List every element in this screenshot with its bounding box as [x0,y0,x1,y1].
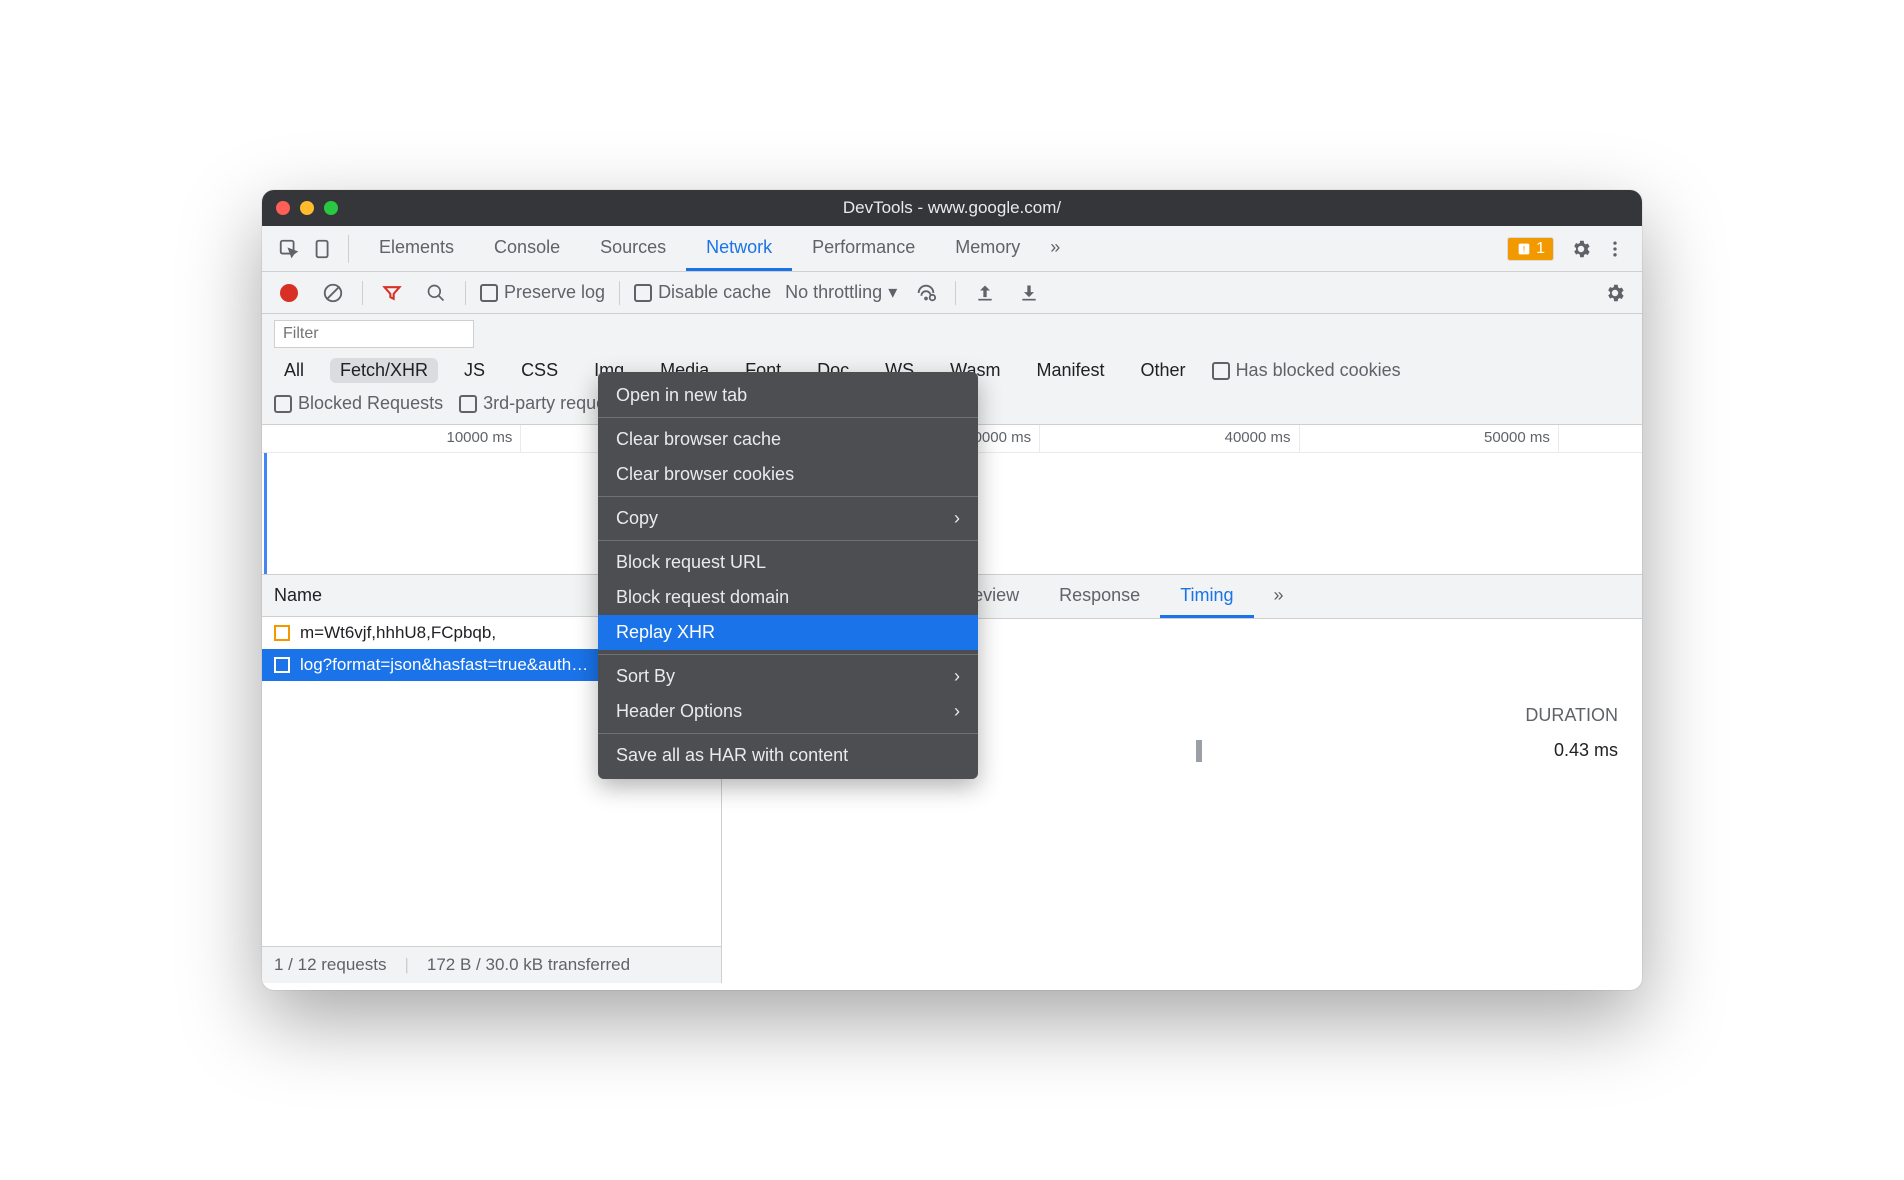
more-icon[interactable] [1600,234,1630,264]
menu-item[interactable]: Block request URL [598,545,978,580]
menu-item[interactable]: Sort By› [598,659,978,694]
chevron-right-icon: › [954,666,960,687]
queueing-bar [1196,740,1202,762]
filter-type-manifest[interactable]: Manifest [1027,358,1115,383]
tab-memory[interactable]: Memory [935,226,1040,271]
detail-tab-overflow[interactable]: » [1254,575,1304,618]
panel-tabs: Elements Console Sources Network Perform… [359,226,1070,271]
timeline-tick: 50000 ms [1300,425,1559,452]
menu-divider [598,496,978,497]
request-count: 1 / 12 requests [274,955,386,975]
disable-cache-checkbox[interactable]: Disable cache [634,282,771,303]
transferred-size: 172 B / 30.0 kB transferred [427,955,630,975]
chevron-down-icon: ▾ [888,282,897,303]
search-icon[interactable] [421,278,451,308]
clear-icon[interactable] [318,278,348,308]
menu-item[interactable]: Block request domain [598,580,978,615]
detail-tab-response[interactable]: Response [1039,575,1160,618]
has-blocked-cookies-checkbox[interactable]: Has blocked cookies [1212,360,1401,381]
timeline-tick: 40000 ms [1040,425,1299,452]
blocked-requests-checkbox[interactable]: Blocked Requests [274,393,443,414]
tab-sources[interactable]: Sources [580,226,686,271]
tab-performance[interactable]: Performance [792,226,935,271]
timeline-marker [264,453,267,574]
duration-label: DURATION [1525,705,1618,726]
panel-tabs-bar: Elements Console Sources Network Perform… [262,226,1642,272]
minimize-button[interactable] [300,201,314,215]
filter-type-css[interactable]: CSS [511,358,568,383]
menu-divider [598,654,978,655]
device-toggle-icon[interactable] [308,234,338,264]
inspect-icon[interactable] [274,234,304,264]
tab-elements[interactable]: Elements [359,226,474,271]
window-title: DevTools - www.google.com/ [262,198,1642,218]
filter-type-js[interactable]: JS [454,358,495,383]
menu-item[interactable]: Save all as HAR with content [598,738,978,773]
status-bar: 1 / 12 requests | 172 B / 30.0 kB transf… [262,946,721,983]
titlebar: DevTools - www.google.com/ [262,190,1642,226]
chevron-right-icon: › [954,508,960,529]
maximize-button[interactable] [324,201,338,215]
download-icon[interactable] [1014,278,1044,308]
traffic-lights [276,201,338,215]
upload-icon[interactable] [970,278,1000,308]
filter-type-fetchxhr[interactable]: Fetch/XHR [330,358,438,383]
close-button[interactable] [276,201,290,215]
menu-divider [598,733,978,734]
settings-icon[interactable] [1566,234,1596,264]
devtools-window: DevTools - www.google.com/ Elements Cons… [262,190,1642,990]
issues-badge[interactable]: ! 1 [1507,237,1554,261]
tab-network[interactable]: Network [686,226,792,271]
menu-divider [598,540,978,541]
queueing-duration: 0.43 ms [1554,740,1618,762]
filter-type-all[interactable]: All [274,358,314,383]
xhr-icon [274,657,290,673]
menu-divider [598,417,978,418]
filter-type-other[interactable]: Other [1131,358,1196,383]
timeline-tick: 10000 ms [262,425,521,452]
preserve-log-checkbox[interactable]: Preserve log [480,282,605,303]
chevron-right-icon: › [954,701,960,722]
network-settings-icon[interactable] [1600,278,1630,308]
script-icon [274,625,290,641]
menu-item[interactable]: Clear browser cookies [598,457,978,492]
filter-input[interactable] [274,320,474,348]
tab-overflow[interactable]: » [1040,226,1070,271]
menu-item[interactable]: Open in new tab [598,378,978,413]
menu-item[interactable]: Copy› [598,501,978,536]
filter-icon[interactable] [377,278,407,308]
network-toolbar: Preserve log Disable cache No throttling… [262,272,1642,314]
menu-item[interactable]: Header Options› [598,694,978,729]
detail-tab-timing[interactable]: Timing [1160,575,1253,618]
svg-text:!: ! [1523,244,1526,254]
throttling-dropdown[interactable]: No throttling ▾ [785,282,897,303]
record-button[interactable] [274,278,304,308]
menu-item[interactable]: Replay XHR [598,615,978,650]
tab-console[interactable]: Console [474,226,580,271]
menu-item[interactable]: Clear browser cache [598,422,978,457]
network-conditions-icon[interactable] [911,278,941,308]
context-menu: Open in new tab Clear browser cacheClear … [598,372,978,779]
